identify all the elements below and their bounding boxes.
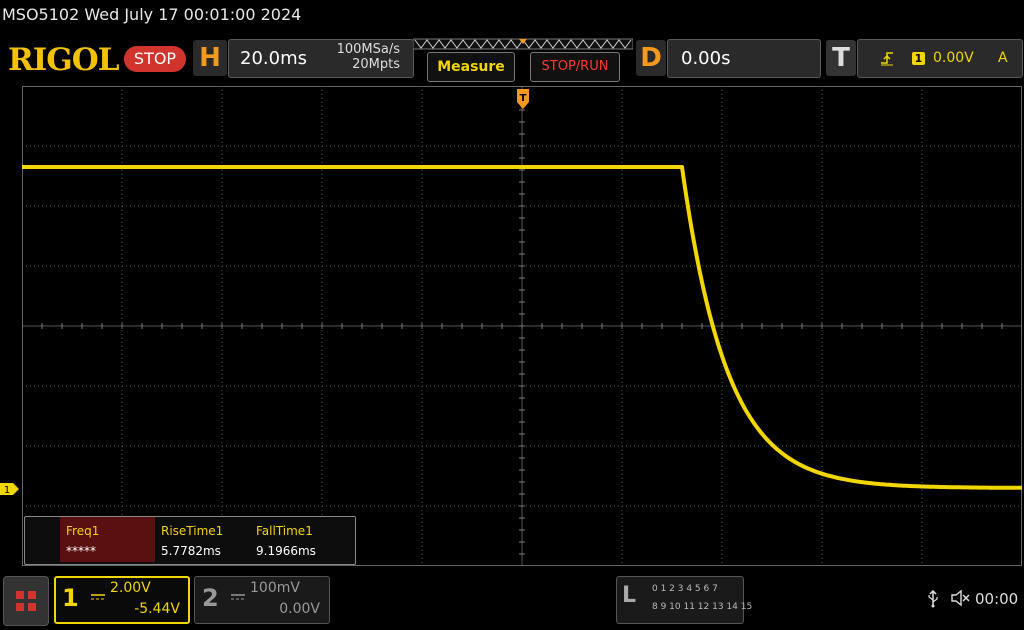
sample-info: 100MSa/s 20Mpts [310,42,400,72]
channel-2-scale: 100mV [250,580,300,596]
usb-icon [926,589,940,612]
logic-analyzer-letter: L [622,583,637,608]
timebase-value: 20.0ms [240,48,307,69]
channel-1-scale: 2.00V [110,580,151,596]
delay-value: 0.00s [681,48,731,69]
measure-button[interactable]: Measure [427,52,515,82]
stop-run-button[interactable]: STOP/RUN [530,52,620,82]
measurement-value: 9.1966ms [256,544,316,558]
rigol-logo: RIGOL [8,42,120,78]
logic-channels-row-1: 0 1 2 3 4 5 6 7 [652,584,718,594]
trigger-menu-button[interactable]: T [826,40,856,76]
ch1-marker-label: 1 [4,485,10,496]
trigger-source-badge: 1 [912,52,925,65]
measurement-value: 5.7782ms [161,544,221,558]
main-menu-button[interactable] [3,576,49,626]
trigger-mode: A [998,50,1008,66]
waveform-graticule[interactable] [22,86,1022,566]
ch1-ground-marker[interactable]: 1 [0,482,20,496]
logic-channels-row-2: 8 9 10 11 12 13 14 15 [652,602,753,612]
grid-menu-icon [16,591,36,611]
window-title: MSO5102 Wed July 17 00:01:00 2024 [2,5,302,24]
horizontal-menu-button[interactable]: H [193,40,227,76]
sound-muted-icon[interactable] [950,589,970,611]
measurement-label: Freq1 [66,524,100,538]
status-clock: 00:00 [975,590,1019,608]
channel-2-offset: 0.00V [279,601,320,617]
delay-menu-button[interactable]: D [636,40,666,76]
memory-depth: 20Mpts [352,57,400,72]
sample-rate: 100MSa/s [336,42,400,57]
channel-1-number: 1 [62,584,79,612]
trigger-level: 0.00V [933,50,974,66]
trigger-time-marker[interactable]: T [516,88,530,110]
memory-position-strip[interactable] [413,38,633,50]
measurement-label: RiseTime1 [161,524,224,538]
rising-edge-icon [880,50,894,70]
measurement-value: ***** [66,544,96,558]
svg-text:T: T [520,93,527,104]
channel-1-offset: -5.44V [134,601,180,617]
measurement-label: FallTime1 [256,524,313,538]
run-state-badge[interactable]: STOP [124,46,186,72]
channel-2-number: 2 [202,584,219,612]
